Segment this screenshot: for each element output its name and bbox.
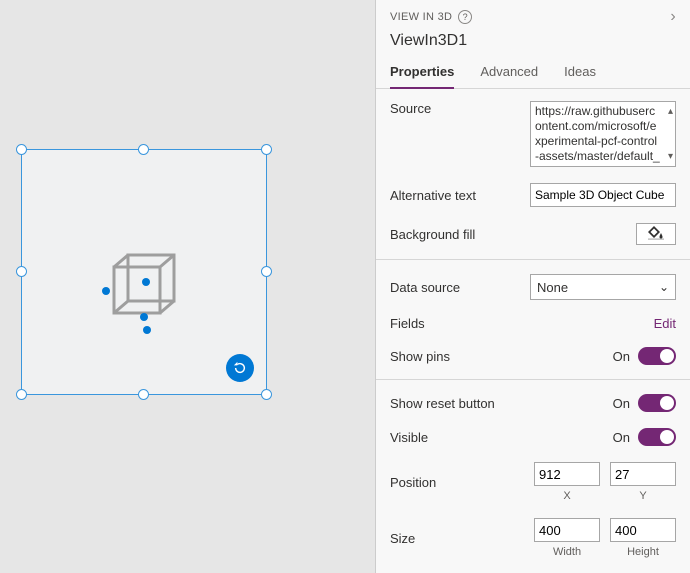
fields-label: Fields (390, 316, 530, 331)
toggle-state: On (613, 396, 630, 411)
pin-icon (140, 313, 148, 321)
width-sublabel: Width (534, 546, 600, 558)
position-label: Position (390, 475, 530, 490)
source-value: https://raw.githubusercontent.com/micros… (535, 104, 661, 164)
pin-icon (142, 278, 150, 286)
datasource-value: None (537, 280, 568, 295)
reset-icon (233, 361, 247, 375)
tab-properties[interactable]: Properties (390, 64, 454, 89)
width-input[interactable] (534, 518, 600, 542)
canvas-area[interactable] (0, 0, 375, 573)
separator (376, 379, 690, 380)
properties-panel: VIEW IN 3D ? › ViewIn3D1 Properties Adva… (375, 0, 690, 573)
resize-handle-tm[interactable] (138, 144, 149, 155)
height-input[interactable] (610, 518, 676, 542)
alt-text-label: Alternative text (390, 188, 530, 203)
resize-handle-bl[interactable] (16, 389, 27, 400)
tab-advanced[interactable]: Advanced (480, 64, 538, 88)
showreset-label: Show reset button (390, 396, 530, 411)
help-icon[interactable]: ? (458, 10, 472, 24)
fields-edit-link[interactable]: Edit (654, 316, 676, 331)
showpins-label: Show pins (390, 349, 530, 364)
visible-toggle[interactable] (638, 428, 676, 446)
tab-ideas[interactable]: Ideas (564, 64, 596, 88)
resize-handle-tr[interactable] (261, 144, 272, 155)
reset-view-button[interactable] (226, 354, 254, 382)
alt-text-input[interactable] (530, 183, 676, 207)
x-sublabel: X (534, 490, 600, 502)
pin-icon (102, 287, 110, 295)
visible-label: Visible (390, 430, 530, 445)
resize-handle-bm[interactable] (138, 389, 149, 400)
paint-bucket-icon (648, 226, 664, 243)
view-in-3d-control[interactable] (21, 149, 267, 395)
bgfill-button[interactable] (636, 223, 676, 245)
panel-type-label: VIEW IN 3D (390, 11, 452, 23)
toggle-state: On (613, 349, 630, 364)
showreset-toggle[interactable] (638, 394, 676, 412)
position-y-input[interactable] (610, 462, 676, 486)
separator (376, 259, 690, 260)
tab-bar: Properties Advanced Ideas (376, 64, 690, 89)
resize-handle-ml[interactable] (16, 266, 27, 277)
resize-handle-mr[interactable] (261, 266, 272, 277)
source-label: Source (390, 101, 530, 116)
datasource-label: Data source (390, 280, 530, 295)
bgfill-label: Background fill (390, 227, 530, 242)
source-input[interactable]: https://raw.githubusercontent.com/micros… (530, 101, 676, 167)
size-label: Size (390, 531, 530, 546)
height-sublabel: Height (610, 546, 676, 558)
caret-up-icon[interactable]: ▴ (668, 104, 673, 119)
caret-down-icon[interactable]: ▾ (668, 149, 673, 164)
y-sublabel: Y (610, 490, 676, 502)
toggle-state: On (613, 430, 630, 445)
expand-icon[interactable]: › (670, 8, 676, 26)
resize-handle-br[interactable] (261, 389, 272, 400)
datasource-dropdown[interactable]: None ⌄ (530, 274, 676, 300)
position-x-input[interactable] (534, 462, 600, 486)
chevron-down-icon: ⌄ (659, 280, 669, 294)
resize-handle-tl[interactable] (16, 144, 27, 155)
control-name: ViewIn3D1 (390, 32, 676, 50)
showpins-toggle[interactable] (638, 347, 676, 365)
pin-icon (143, 326, 151, 334)
